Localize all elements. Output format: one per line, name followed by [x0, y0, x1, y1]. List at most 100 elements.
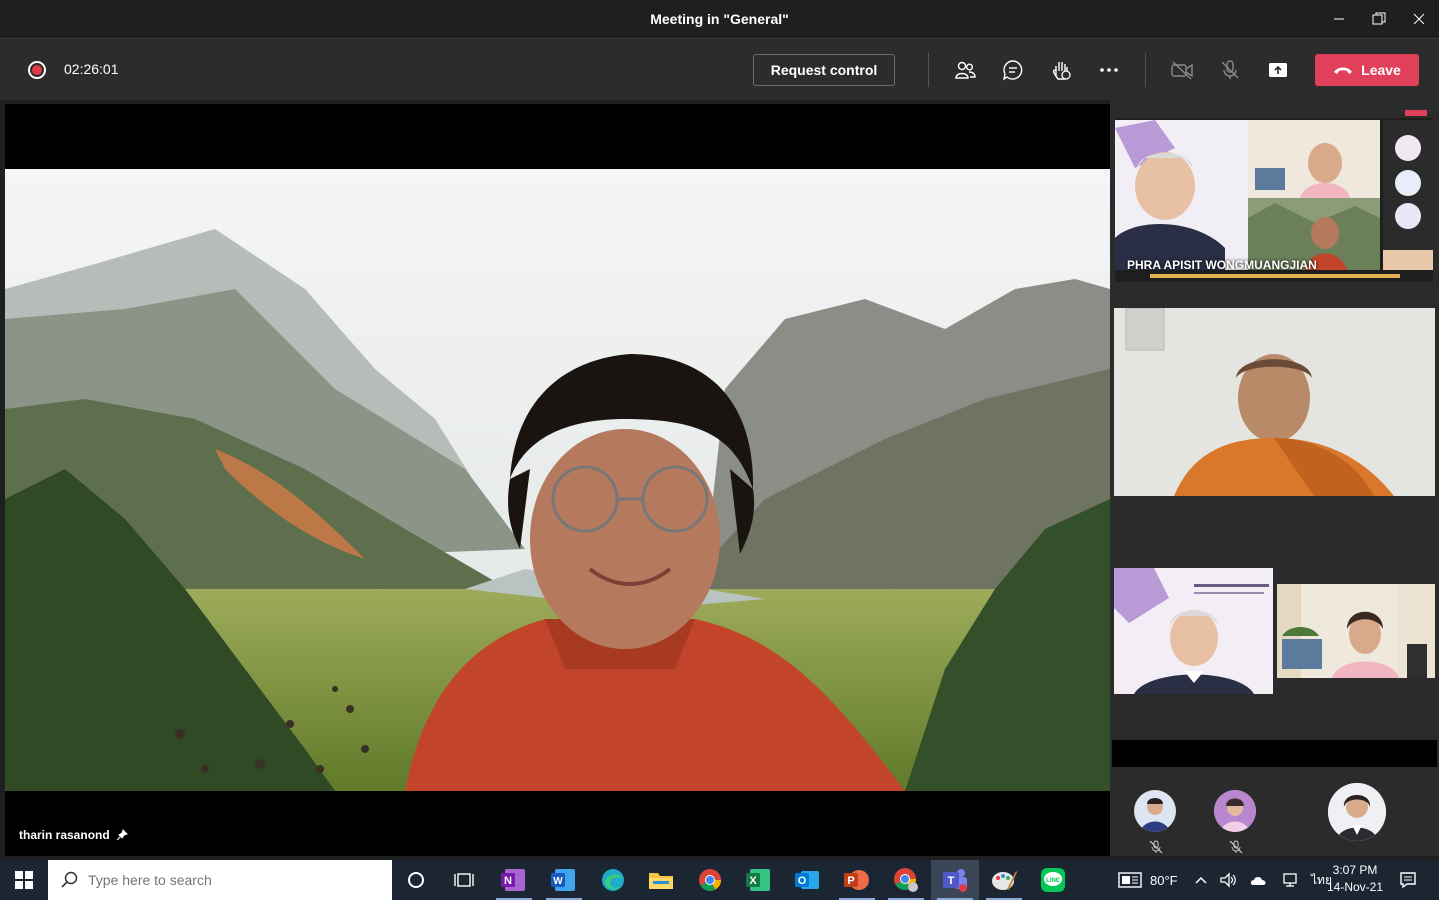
participant-video: [1277, 584, 1435, 678]
windows-logo-icon: [15, 871, 33, 889]
more-actions-button[interactable]: [1094, 55, 1124, 85]
taskbar-app-paint[interactable]: [980, 860, 1028, 900]
meeting-timer: 02:26:01: [64, 61, 119, 77]
task-view-icon: [454, 873, 474, 887]
search-input[interactable]: [88, 872, 368, 888]
task-view-button[interactable]: [440, 860, 488, 900]
chat-button[interactable]: [998, 55, 1028, 85]
window-title: Meeting in "General": [650, 11, 789, 27]
svg-text:P: P: [847, 875, 854, 887]
svg-text:X: X: [749, 875, 757, 887]
taskbar-app-word[interactable]: W: [540, 860, 588, 900]
taskbar-app-edge[interactable]: [589, 860, 637, 900]
people-icon: [955, 61, 976, 79]
taskbar-clock[interactable]: 3:07 PM 14-Nov-21: [1320, 862, 1390, 896]
taskbar-search[interactable]: [48, 860, 392, 900]
share-screen-icon: [1269, 63, 1287, 77]
participant-video-tile[interactable]: [1114, 568, 1273, 694]
participants-button[interactable]: [950, 55, 980, 85]
video-gap: [1112, 740, 1437, 767]
notification-icon: [1400, 872, 1416, 889]
toolbar-divider: [1145, 53, 1146, 87]
shared-screen-tile[interactable]: PHRA APISIT WONGMUANGJIAN: [1115, 108, 1433, 282]
weather-temperature[interactable]: 80°F: [1150, 873, 1178, 888]
taskbar-app-chrome[interactable]: [686, 860, 734, 900]
clock-time: 3:07 PM: [1332, 863, 1378, 877]
close-button[interactable]: [1399, 0, 1439, 38]
participant-avatar[interactable]: [1328, 783, 1386, 841]
participants-panel: PHRA APISIT WONGMUANGJIAN: [1110, 100, 1439, 856]
svg-text:N: N: [504, 875, 512, 887]
clock-date: 14-Nov-21: [1326, 880, 1384, 894]
tray-icons: ไทย: [1195, 860, 1332, 900]
outlook-icon: O: [795, 871, 819, 889]
weather-news-icon: [1118, 872, 1142, 888]
main-stage: tharin rasanond: [5, 104, 1110, 856]
maximize-button[interactable]: [1359, 0, 1399, 38]
pin-icon: [116, 829, 128, 841]
mic-off-icon: [1221, 60, 1239, 79]
cortana-icon: [408, 872, 424, 888]
windows-taskbar: N W X O P T LINE 80°F: [0, 860, 1439, 900]
recording-icon: [28, 61, 46, 79]
taskbar-app-teams[interactable]: T: [931, 860, 979, 900]
speaker-name: tharin rasanond: [19, 828, 110, 842]
word-icon: W: [551, 869, 575, 891]
mic-off-icon: [1229, 840, 1243, 854]
title-bar: Meeting in "General": [0, 0, 1439, 38]
participant-video: [1114, 568, 1273, 694]
mic-off-icon: [1149, 840, 1163, 854]
svg-text:T: T: [948, 875, 955, 887]
taskbar-app-powerpoint[interactable]: P: [833, 860, 881, 900]
shared-screen-presenter-name: PHRA APISIT WONGMUANGJIAN: [1127, 258, 1317, 272]
leave-label: Leave: [1361, 62, 1401, 78]
reactions-button[interactable]: [1046, 55, 1076, 85]
restore-icon: [1372, 12, 1386, 25]
minimize-button[interactable]: [1319, 0, 1359, 38]
share-button[interactable]: [1263, 55, 1293, 85]
teams-icon: T: [943, 869, 967, 892]
system-tray: 80°F: [1118, 860, 1178, 900]
participant-avatar[interactable]: [1214, 790, 1256, 832]
taskbar-app-chrome-profile[interactable]: [882, 860, 930, 900]
chat-icon: [1002, 60, 1023, 81]
svg-text:LINE: LINE: [1046, 878, 1060, 884]
taskbar-app-line[interactable]: LINE: [1029, 860, 1077, 900]
chrome-icon: [699, 869, 721, 891]
edge-icon: [602, 869, 624, 891]
volume-icon[interactable]: [1219, 872, 1237, 888]
chevron-up-icon[interactable]: [1195, 875, 1207, 885]
mountain-background-image: [5, 169, 1110, 791]
folder-icon: [649, 873, 673, 889]
leave-button[interactable]: Leave: [1315, 54, 1419, 86]
more-icon: [1100, 68, 1118, 72]
svg-text:O: O: [798, 875, 807, 887]
participant-video-tile[interactable]: [1114, 308, 1435, 496]
svg-text:W: W: [553, 876, 563, 887]
line-app-icon: LINE: [1041, 868, 1065, 892]
participant-video-tile[interactable]: [1277, 584, 1435, 678]
notifications-button[interactable]: [1390, 860, 1426, 900]
excel-icon: X: [746, 869, 770, 891]
taskbar-app-file-explorer[interactable]: [637, 860, 685, 900]
participant-avatar[interactable]: [1134, 790, 1176, 832]
window-controls: [1319, 0, 1439, 38]
speaker-name-label: tharin rasanond: [19, 828, 128, 842]
start-button[interactable]: [0, 860, 48, 900]
taskbar-app-onenote[interactable]: N: [490, 860, 538, 900]
camera-off-icon: [1171, 61, 1193, 80]
paint-icon: [992, 871, 1017, 890]
shared-screen-thumbnail: [1115, 108, 1433, 278]
camera-button[interactable]: [1167, 55, 1197, 85]
taskbar-app-outlook[interactable]: O: [784, 860, 832, 900]
request-control-button[interactable]: Request control: [753, 54, 895, 86]
onedrive-icon[interactable]: [1249, 872, 1269, 888]
taskbar-app-excel[interactable]: X: [735, 860, 783, 900]
mic-button[interactable]: [1215, 55, 1245, 85]
meeting-toolbar: 02:26:01 Request control Leave: [0, 38, 1439, 100]
network-icon[interactable]: [1281, 872, 1299, 888]
powerpoint-icon: P: [844, 870, 869, 890]
minimize-icon: [1334, 18, 1344, 20]
cortana-button[interactable]: [392, 860, 440, 900]
speaker-video: [5, 169, 1110, 791]
